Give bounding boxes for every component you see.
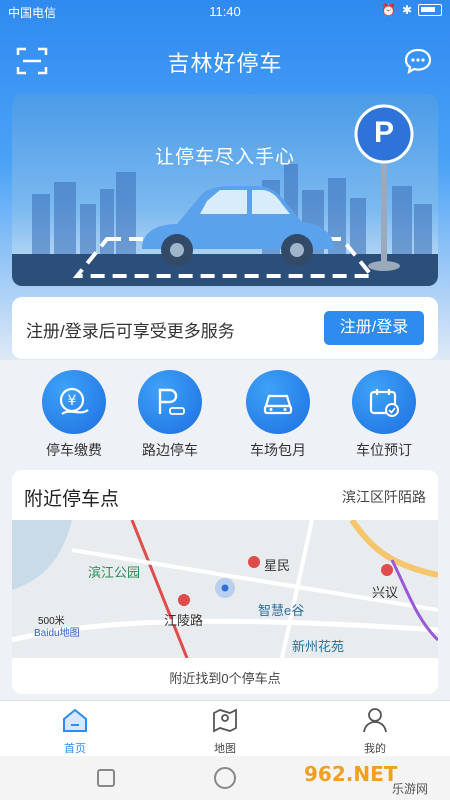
home-button[interactable] [214, 767, 236, 789]
quick-item-label: 路边停车 [142, 442, 198, 458]
tab-bar: 首页 地图 我的 [0, 700, 450, 756]
yen-payment-icon: ¥ [42, 370, 106, 434]
login-tip: 注册/登录后可享受更多服务 [26, 322, 235, 341]
map-label: 星民 [264, 558, 291, 573]
nearby-title: 附近停车点 [24, 489, 120, 510]
home-icon [63, 708, 87, 732]
watermark-text: 962.NET [304, 762, 398, 786]
app-title: 吉林好停车 [167, 51, 283, 76]
status-icons: ⏰ ✱ [381, 3, 442, 17]
current-location[interactable]: 滨江区阡陌路 [342, 487, 426, 507]
tab-label: 地图 [214, 743, 236, 755]
system-nav-bar: 962.NET 乐游网 [0, 756, 450, 800]
quick-item-label: 车位预订 [356, 442, 412, 458]
nearby-parking-card: 附近停车点 滨江区阡陌路 滨江公园 星民 江陵路 智慧e谷 兴议 新州花苑 50… [12, 470, 438, 694]
map-view[interactable]: 滨江公园 星民 江陵路 智慧e谷 兴议 新州花苑 500米 Baidu地图 [12, 520, 438, 658]
login-card: 注册/登录后可享受更多服务 注册/登录 [12, 297, 438, 359]
monthly-car-icon [246, 370, 310, 434]
nearby-result: 附近找到0个停车点 [169, 671, 281, 686]
status-bar: 中国电信 11:40 ⏰ ✱ [0, 0, 450, 24]
parking-sign-letter: P [373, 116, 394, 149]
quick-item-label: 停车缴费 [46, 442, 102, 458]
tab-label: 首页 [64, 743, 86, 755]
map-label: 江陵路 [164, 613, 204, 628]
quick-item-parking-payment[interactable]: ¥ 停车缴费 [24, 370, 124, 460]
watermark-logo: 962.NET 乐游网 [304, 760, 444, 796]
tab-profile[interactable]: 我的 [300, 707, 450, 756]
promo-banner[interactable]: 让停车尽入手心 P [12, 94, 438, 286]
quick-item-monthly-lot[interactable]: 车场包月 [228, 370, 328, 460]
tab-map[interactable]: 地图 [150, 707, 300, 756]
tab-home[interactable]: 首页 [0, 707, 150, 756]
map-icon [213, 708, 237, 733]
recent-apps-button[interactable] [97, 769, 115, 787]
quick-item-spot-booking[interactable]: 车位预订 [334, 370, 434, 460]
svg-text:¥: ¥ [68, 393, 77, 409]
map-label: 滨江公园 [88, 565, 141, 580]
battery-icon [418, 4, 442, 16]
bluetooth-icon: ✱ [401, 3, 412, 17]
map-label: 新州花苑 [292, 639, 345, 654]
alarm-icon: ⏰ [380, 3, 396, 17]
map-label: 兴议 [372, 585, 399, 600]
watermark-subtext: 乐游网 [392, 782, 429, 796]
register-login-button[interactable]: 注册/登录 [324, 311, 424, 345]
quick-actions: ¥ 停车缴费 路边停车 车场包月 车位预订 [0, 370, 450, 460]
calendar-booking-icon [352, 370, 416, 434]
baidu-map-logo: Baidu地图 [34, 628, 80, 639]
quick-item-roadside-parking[interactable]: 路边停车 [120, 370, 220, 460]
user-icon [363, 708, 387, 733]
app-header: 吉林好停车 [0, 38, 450, 84]
roadside-parking-icon [138, 370, 202, 434]
tab-label: 我的 [364, 743, 386, 755]
map-label: 智慧e谷 [258, 603, 305, 618]
message-icon[interactable] [404, 48, 432, 74]
quick-item-label: 车场包月 [250, 442, 306, 458]
